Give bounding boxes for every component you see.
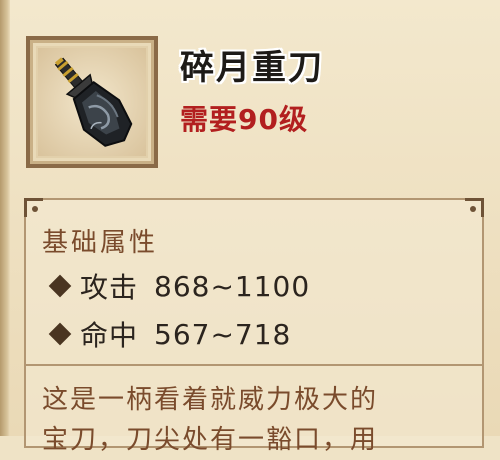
attributes-title: 基础属性 <box>42 228 159 258</box>
item-icon-frame[interactable] <box>26 36 158 168</box>
description-line: 宝刀，刀尖处有一豁口，用 <box>42 425 379 455</box>
item-tooltip-panel: 碎月重刀 需要90级 基础属性 攻击 868~1100 命中 567~718 这… <box>0 0 500 455</box>
diamond-bullet-icon <box>48 322 72 346</box>
stat-label: 攻击 <box>80 271 139 304</box>
item-level-requirement: 需要90级 <box>180 103 308 136</box>
stat-row-attack: 攻击 868~1100 <box>42 266 310 306</box>
item-description: 这是一柄看着就威力极大的 宝刀，刀尖处有一豁口，用 <box>42 380 472 460</box>
heavy-blade-icon <box>54 57 133 147</box>
stat-value: 868~1100 <box>154 269 311 303</box>
section-divider <box>26 364 482 366</box>
panel-left-edge <box>0 0 10 436</box>
description-line: 这是一柄看着就威力极大的 <box>42 385 379 415</box>
stat-row-accuracy: 命中 567~718 <box>42 314 291 354</box>
corner-dot <box>470 206 476 212</box>
diamond-bullet-icon <box>48 274 72 298</box>
corner-dot <box>32 206 38 212</box>
attributes-section: 基础属性 攻击 868~1100 命中 567~718 这是一柄看着就威力极大的… <box>24 198 484 455</box>
stat-value: 567~718 <box>154 317 292 351</box>
item-name: 碎月重刀 <box>180 48 324 88</box>
item-icon-background <box>38 48 146 156</box>
stat-label: 命中 <box>80 319 139 352</box>
